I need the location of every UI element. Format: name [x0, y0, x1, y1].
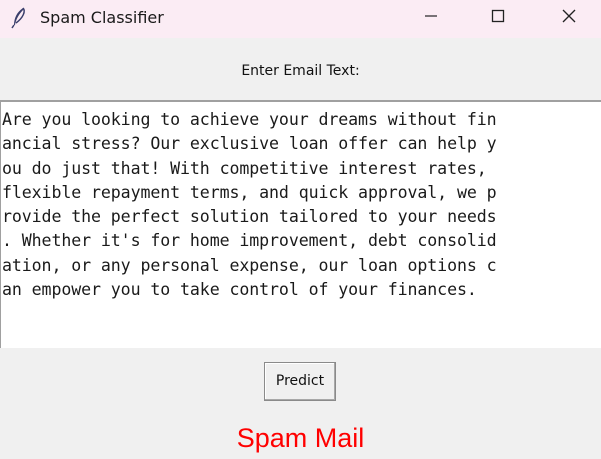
- email-line: ation, or any personal expense, our loan…: [2, 255, 497, 275]
- minimize-icon: [423, 8, 439, 28]
- close-icon: [561, 8, 577, 28]
- predict-button[interactable]: Predict: [264, 362, 336, 401]
- feather-icon: [10, 7, 28, 29]
- minimize-button[interactable]: [408, 0, 454, 36]
- email-line: Are you looking to achieve your dreams w…: [2, 110, 497, 129]
- email-text-input[interactable]: Are you looking to achieve your dreams w…: [0, 100, 601, 348]
- email-line: rovide the perfect solution tailored to …: [2, 207, 497, 227]
- close-button[interactable]: [546, 0, 592, 36]
- email-line: flexible repayment terms, and quick appr…: [2, 182, 497, 202]
- email-line: ou do just that! With competitive intere…: [2, 158, 487, 178]
- title-bar: Spam Classifier: [0, 0, 601, 38]
- prediction-result: Spam Mail: [236, 423, 365, 453]
- email-text-content: Are you looking to achieve your dreams w…: [2, 108, 601, 302]
- email-line: . Whether it's for home improvement, deb…: [2, 231, 497, 251]
- email-line: ancial stress? Our exclusive loan offer …: [2, 134, 497, 154]
- email-line: an empower you to take control of your f…: [2, 280, 477, 300]
- maximize-button[interactable]: [475, 0, 521, 36]
- window-title: Spam Classifier: [40, 8, 164, 27]
- maximize-icon: [490, 8, 506, 28]
- email-text-label: Enter Email Text:: [241, 63, 360, 79]
